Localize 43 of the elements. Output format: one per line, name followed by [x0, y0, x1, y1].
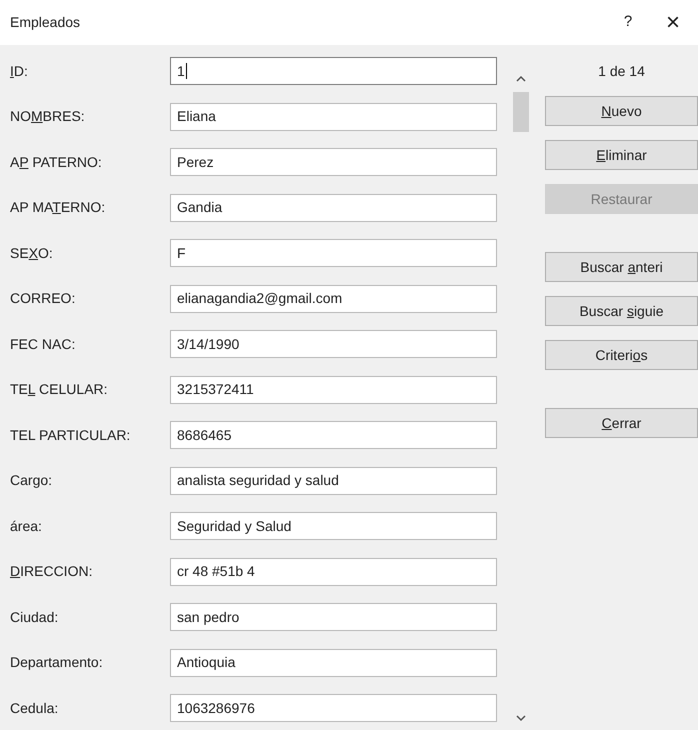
input-field[interactable]: Perez: [170, 148, 497, 176]
input-field[interactable]: Gandia: [170, 194, 497, 222]
input-field[interactable]: 3/14/1990: [170, 330, 497, 358]
field-label: Departamento:: [10, 653, 104, 672]
window-title: Empleados: [10, 13, 82, 32]
field-label: DIRECCION:: [10, 562, 94, 581]
scroll-up-icon[interactable]: [516, 75, 526, 82]
input-field[interactable]: cr 48 #51b 4: [170, 558, 497, 586]
input-field[interactable]: 1: [170, 57, 497, 85]
action-button[interactable]: Cerrar: [545, 408, 698, 438]
action-button[interactable]: Nuevo: [545, 96, 698, 126]
scroll-thumb[interactable]: [513, 92, 529, 132]
field-label: TEL CELULAR:: [10, 380, 109, 399]
field-label: SEXO:: [10, 244, 54, 262]
input-field[interactable]: Antioquia: [170, 648, 497, 676]
input-field[interactable]: Seguridad y Salud: [170, 512, 497, 540]
field-label: FEC NAC:: [10, 334, 76, 354]
field-label: Ciudad:: [10, 608, 60, 626]
action-button[interactable]: Criterios: [545, 340, 698, 370]
field-label: ID:: [10, 62, 29, 80]
input-field[interactable]: 8686465: [170, 421, 497, 449]
input-field[interactable]: Eliana: [170, 102, 497, 130]
record-counter: 1 de 14: [597, 62, 646, 81]
input-field[interactable]: 3215372411: [170, 376, 497, 404]
field-label: NOMBRES:: [10, 107, 86, 126]
field-label: CORREO:: [10, 289, 76, 308]
action-button[interactable]: Eliminar: [545, 140, 698, 170]
field-label: AP MATERNO:: [10, 198, 106, 217]
field-label: área:: [10, 516, 43, 536]
action-button[interactable]: Buscar siguie: [545, 296, 698, 326]
action-button[interactable]: Buscar anteri: [545, 252, 698, 282]
field-label: Cedula:: [10, 698, 60, 718]
input-field[interactable]: 1063286976: [170, 694, 497, 722]
scroll-down-icon[interactable]: [516, 715, 526, 722]
input-field[interactable]: analista seguridad y salud: [170, 466, 497, 494]
help-button[interactable]: ?: [608, 11, 648, 34]
input-field[interactable]: san pedro: [170, 603, 497, 631]
field-label: Cargo:: [10, 471, 54, 490]
field-label: AP PATERNO:: [10, 152, 103, 172]
field-label: TEL PARTICULAR:: [10, 426, 132, 444]
close-button[interactable]: ×: [648, 4, 698, 40]
input-field[interactable]: F: [170, 239, 497, 267]
input-field[interactable]: elianagandia2@gmail.com: [170, 284, 497, 312]
